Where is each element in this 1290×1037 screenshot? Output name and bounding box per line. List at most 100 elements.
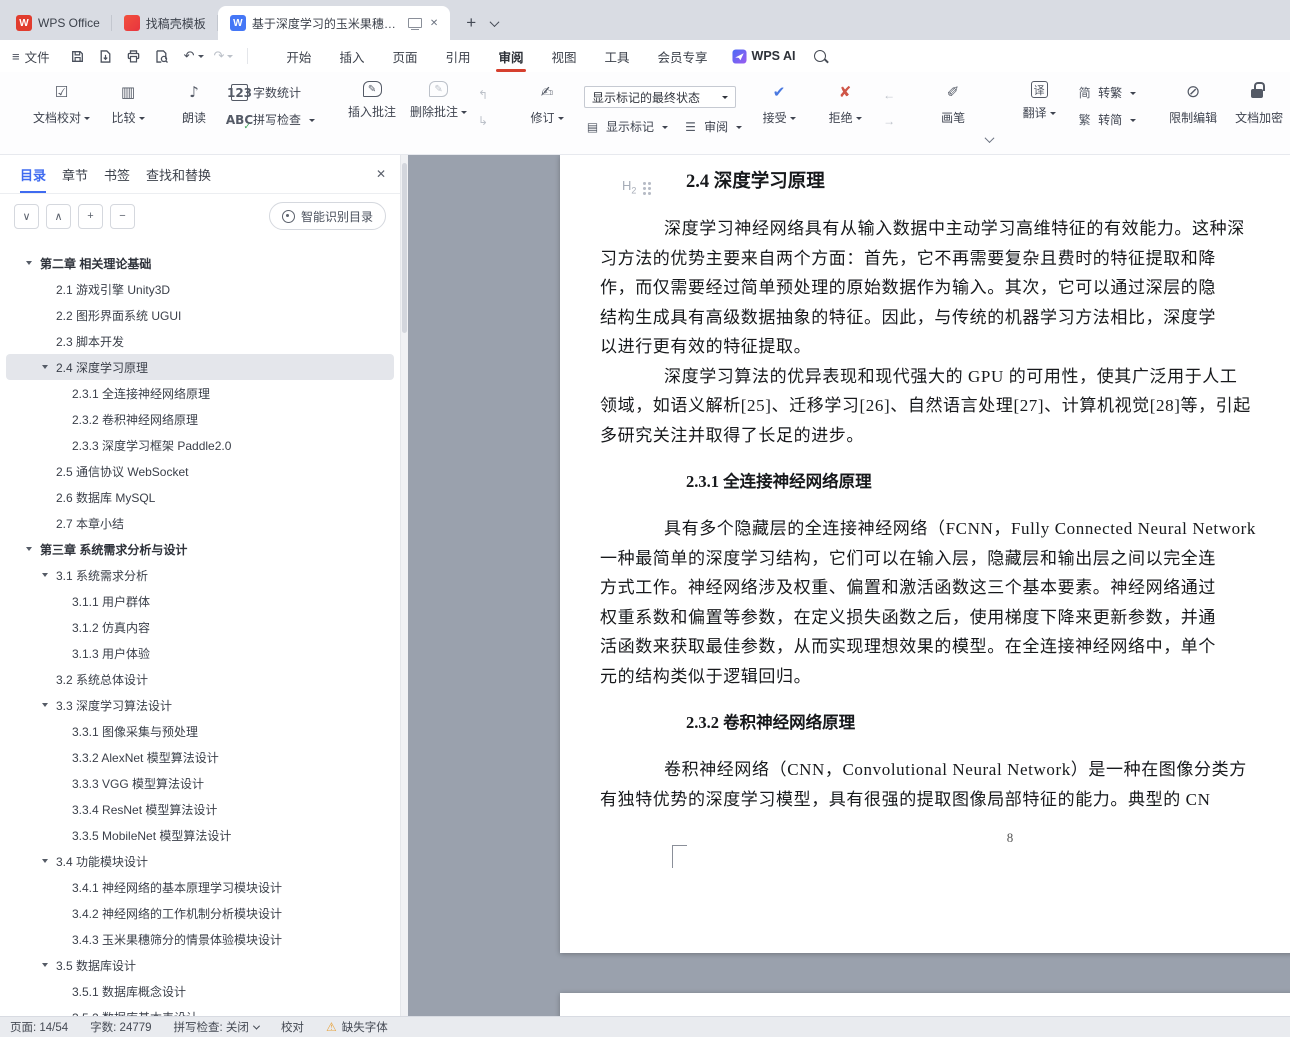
file-menu-button[interactable]: ≡ 文件 — [0, 40, 62, 72]
ink-button[interactable]: ✐ 画笔 — [920, 72, 986, 126]
sidebar-scrollbar[interactable] — [400, 155, 408, 1016]
spell-check-button[interactable]: ABC拼写检查 — [226, 111, 316, 132]
sidebar-tab-书签[interactable]: 书签 — [96, 155, 138, 193]
toc-item[interactable]: 3.1.3 用户体验 — [6, 640, 394, 666]
word-count-button[interactable]: 123 字数统计 — [227, 84, 315, 101]
toc-item[interactable]: 2.5 通信协议 WebSocket — [6, 458, 394, 484]
window-tab-document[interactable]: W 基于深度学习的玉米果穗筛分 ✕ — [217, 6, 451, 40]
track-changes-button[interactable]: ✍ 修订 — [514, 72, 580, 126]
toc-item[interactable]: 3.3.1 图像采集与预处理 — [6, 718, 394, 744]
window-tab-home[interactable]: W WPS Office — [4, 6, 112, 40]
close-tab-button[interactable]: ✕ — [430, 18, 438, 29]
toc-item[interactable]: 第二章 相关理论基础 — [6, 250, 394, 276]
undo-button[interactable]: ↶ — [180, 46, 208, 66]
document-page-next[interactable] — [560, 993, 1290, 1016]
menu-tab-开始[interactable]: 开始 — [272, 40, 325, 72]
page-indicator[interactable]: 页面: 14/54 — [10, 1019, 68, 1035]
export-pdf-button[interactable] — [94, 44, 118, 68]
menu-tab-插入[interactable]: 插入 — [325, 40, 378, 72]
doc-proof-button[interactable]: ☑ 文档校对 — [28, 72, 95, 126]
toc-item[interactable]: 3.1.1 用户群体 — [6, 588, 394, 614]
encrypt-button[interactable]: 文档加密 — [1226, 72, 1290, 126]
to-traditional-button[interactable]: 简转繁 — [1076, 84, 1137, 101]
toc-item[interactable]: 2.4 深度学习原理 — [6, 354, 394, 380]
collapse-triangle-icon[interactable] — [42, 963, 48, 970]
sidebar-tab-查找和替换[interactable]: 查找和替换 — [138, 155, 219, 193]
toc-item[interactable]: 3.2 系统总体设计 — [6, 666, 394, 692]
toc-item-label: 第三章 系统需求分析与设计 — [40, 542, 188, 557]
window-tab-docer[interactable]: 找稿壳模板 — [112, 6, 218, 40]
toc-item[interactable]: 3.5.2 数据库基本表设计 — [6, 1004, 394, 1017]
toc-item[interactable]: 3.4.2 神经网络的工作机制分析模块设计 — [6, 900, 394, 926]
toc-item[interactable]: 2.3 脚本开发 — [6, 328, 394, 354]
toc-item[interactable]: 3.4.1 神经网络的基本原理学习模块设计 — [6, 874, 394, 900]
toc-item[interactable]: 3.4 功能模块设计 — [6, 848, 394, 874]
menu-tab-页面[interactable]: 页面 — [378, 40, 431, 72]
show-markup-button[interactable]: ▤ 显示标记 — [584, 118, 669, 135]
toc-item[interactable]: 2.3.2 卷积神经网络原理 — [6, 406, 394, 432]
toc-item[interactable]: 3.4.3 玉米果穗筛分的情景体验模块设计 — [6, 926, 394, 952]
expand-level-button[interactable]: + — [78, 203, 103, 229]
collapse-all-button[interactable]: ∧ — [46, 203, 71, 229]
read-aloud-button[interactable]: ♪ 朗读 — [161, 72, 227, 126]
collapse-triangle-icon[interactable] — [42, 859, 48, 866]
toc-item[interactable]: 3.3.3 VGG 模型算法设计 — [6, 770, 394, 796]
menu-tab-会员专享[interactable]: 会员专享 — [644, 40, 722, 72]
collapse-triangle-icon[interactable] — [42, 703, 48, 710]
toc-item[interactable]: 2.3.1 全连接神经网络原理 — [6, 380, 394, 406]
toc-item[interactable]: 2.6 数据库 MySQL — [6, 484, 394, 510]
tab-list-dropdown[interactable] — [484, 10, 504, 36]
toc-item[interactable]: 3.5.1 数据库概念设计 — [6, 978, 394, 1004]
restrict-edit-button[interactable]: ⊘ 限制编辑 — [1160, 72, 1226, 126]
toc-item[interactable]: 3.1.2 仿真内容 — [6, 614, 394, 640]
menu-tab-引用[interactable]: 引用 — [431, 40, 484, 72]
markup-state-select[interactable]: 显示标记的最终状态 — [584, 86, 737, 108]
spell-check-toggle[interactable]: 拼写检查: 关闭 — [174, 1019, 260, 1035]
toc-item[interactable]: 第三章 系统需求分析与设计 — [6, 536, 394, 562]
toc-item[interactable]: 2.1 游戏引擎 Unity3D — [6, 276, 394, 302]
toc-item[interactable]: 3.3.2 AlexNet 模型算法设计 — [6, 744, 394, 770]
toc-item[interactable]: 3.1 系统需求分析 — [6, 562, 394, 588]
insert-comment-button[interactable]: ✎ 插入批注 — [339, 72, 405, 120]
print-preview-button[interactable] — [150, 44, 174, 68]
reject-button[interactable]: ✘ 拒绝 — [812, 72, 878, 126]
sidebar-tab-章节[interactable]: 章节 — [54, 155, 96, 193]
smart-toc-button[interactable]: 智能识别目录 — [268, 202, 386, 230]
missing-font-warning[interactable]: ⚠ 缺失字体 — [326, 1019, 388, 1035]
menu-tab-审阅[interactable]: 审阅 — [484, 40, 537, 72]
word-count-indicator[interactable]: 字数: 24779 — [90, 1019, 151, 1035]
document-canvas: 8 H2 2.4 深度学习原理 深度学习神经网络具有从输入数据中主动学习高维特征的有… — [408, 155, 1290, 1016]
scrollbar-thumb[interactable] — [402, 163, 407, 333]
to-simplified-button[interactable]: 繁转简 — [1076, 111, 1137, 128]
toc-item[interactable]: 2.7 本章小结 — [6, 510, 394, 536]
document-page[interactable]: 8 H2 2.4 深度学习原理 深度学习神经网络具有从输入数据中主动学习高维特征的有… — [560, 155, 1290, 953]
toc-item[interactable]: 2.3.3 深度学习框架 Paddle2.0 — [6, 432, 394, 458]
menu-tab-视图[interactable]: 视图 — [538, 40, 591, 72]
toc-item[interactable]: 3.3.5 MobileNet 模型算法设计 — [6, 822, 394, 848]
toc-item[interactable]: 3.5 数据库设计 — [6, 952, 394, 978]
sidebar-tab-目录[interactable]: 目录 — [12, 155, 54, 193]
collapse-triangle-icon[interactable] — [26, 547, 32, 554]
collapse-triangle-icon[interactable] — [42, 573, 48, 580]
search-button[interactable] — [806, 44, 834, 68]
collapse-triangle-icon[interactable] — [42, 365, 48, 372]
compare-button[interactable]: ▥ 比较 — [95, 72, 161, 126]
close-sidebar-button[interactable]: ✕ — [376, 155, 386, 193]
toc-item[interactable]: 3.3 深度学习算法设计 — [6, 692, 394, 718]
toc-item[interactable]: 3.3.4 ResNet 模型算法设计 — [6, 796, 394, 822]
print-button[interactable] — [122, 44, 146, 68]
heading-level-handle[interactable]: H2 — [622, 171, 652, 206]
wps-ai-button[interactable]: WPS AI — [722, 48, 806, 64]
collapse-level-button[interactable]: − — [110, 203, 135, 229]
toc-item[interactable]: 2.2 图形界面系统 UGUI — [6, 302, 394, 328]
expand-all-button[interactable]: ∨ — [14, 203, 39, 229]
save-button[interactable] — [66, 44, 90, 68]
translate-button[interactable]: 译翻译 — [1006, 72, 1072, 121]
collapse-triangle-icon[interactable] — [26, 261, 32, 268]
drag-handle-icon[interactable] — [643, 181, 652, 195]
proofread-button[interactable]: 校对 — [281, 1019, 304, 1035]
accept-button[interactable]: ✔ 接受 — [746, 72, 812, 126]
review-pane-button[interactable]: ☰ 审阅 — [682, 118, 743, 135]
new-tab-button[interactable]: + — [458, 10, 484, 36]
menu-tab-工具[interactable]: 工具 — [591, 40, 644, 72]
